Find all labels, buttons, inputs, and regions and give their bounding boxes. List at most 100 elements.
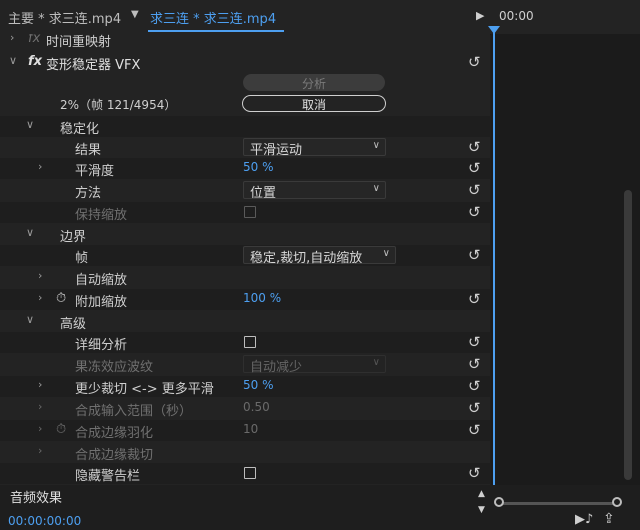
audio-play-icon[interactable]: ▶♪	[575, 512, 593, 527]
reset-icon[interactable]: ↺	[468, 377, 481, 395]
zoom-track[interactable]	[500, 502, 618, 505]
chevron-down-icon[interactable]: ∨	[9, 54, 17, 67]
framing-dropdown[interactable]: 稳定,裁切,自动缩放 ∨	[243, 246, 396, 266]
reset-icon[interactable]: ↺	[468, 159, 481, 177]
tab-bar: 主要 * 求三连.mp4 ▼ 求三连 * 求三连.mp4 ▶ 00:00	[0, 0, 640, 35]
bottom-bar: 音频效果 ▲ ▼ 00:00:00:00 ▶♪ ⇪	[0, 485, 640, 530]
chevron-right-icon[interactable]: ›	[38, 160, 42, 173]
timeline-area[interactable]	[491, 34, 640, 485]
progress-text: 2%（帧 121/4954）	[60, 98, 177, 112]
stopwatch-icon[interactable]: ⏱	[56, 422, 66, 437]
chevron-down-icon: ∨	[382, 248, 390, 259]
synth-input-range-value[interactable]: 0.50	[243, 400, 270, 414]
effect-name: 变形稳定器 VFX	[46, 58, 141, 73]
chevron-down-icon: ∨	[372, 183, 380, 194]
vertical-scrollbar[interactable]	[624, 190, 632, 480]
analyze-button-label: 分析	[301, 77, 326, 91]
param-synth-edge-feather: › ⏱ 合成边缘羽化 10 ↺	[0, 420, 490, 441]
chevron-down-icon[interactable]: ∨	[26, 226, 34, 239]
cancel-button[interactable]: 取消	[242, 95, 386, 112]
section-stabilization[interactable]: ∨ 稳定化	[0, 116, 490, 137]
section-label: 边界	[60, 230, 87, 245]
chevron-right-icon[interactable]: ›	[38, 400, 42, 413]
result-dropdown[interactable]: 平滑运动 ∨	[243, 138, 386, 158]
rolling-shutter-dropdown[interactable]: 自动减少 ∨	[243, 355, 386, 375]
reset-icon[interactable]: ↺	[468, 181, 481, 199]
cancel-button-label: 取消	[301, 98, 326, 112]
reset-icon[interactable]: ↺	[468, 290, 481, 308]
reset-icon[interactable]: ↺	[468, 399, 481, 417]
effect-row-time-remap[interactable]: › fx 时间重映射	[0, 34, 490, 50]
fx-icon[interactable]: fx	[28, 54, 42, 69]
timeline-timecode: 00:00	[499, 9, 534, 23]
param-label: 更少裁切 <-> 更多平滑	[75, 382, 214, 397]
param-method: 方法 位置 ∨ ↺	[0, 180, 490, 201]
preserve-scale-checkbox[interactable]	[244, 206, 256, 218]
synth-edge-feather-value[interactable]: 10	[243, 422, 258, 436]
playhead-marker[interactable]	[488, 26, 500, 34]
reset-icon[interactable]: ↺	[468, 421, 481, 439]
param-framing: 帧 稳定,裁切,自动缩放 ∨ ↺	[0, 245, 490, 266]
scroll-up-icon[interactable]: ▲	[478, 489, 485, 499]
reset-icon[interactable]: ↺	[468, 333, 481, 351]
param-label: 方法	[75, 186, 102, 201]
chevron-right-icon[interactable]: ›	[38, 444, 42, 457]
crop-smooth-value[interactable]: 50 %	[243, 378, 274, 392]
param-label: 附加缩放	[75, 295, 128, 310]
section-advanced[interactable]: ∨ 高级	[0, 311, 490, 332]
dropdown-value: 稳定,裁切,自动缩放	[250, 251, 363, 266]
chevron-down-icon[interactable]: ∨	[26, 313, 34, 326]
param-label: 隐藏警告栏	[75, 469, 141, 484]
chevron-right-icon[interactable]: ›	[38, 422, 42, 435]
param-rolling-shutter: 果冻效应波纹 自动减少 ∨ ↺	[0, 354, 490, 375]
section-label: 高级	[60, 317, 87, 332]
current-timecode[interactable]: 00:00:00:00	[8, 514, 81, 528]
scroll-down-icon[interactable]: ▼	[478, 505, 485, 515]
tab-main[interactable]: 主要 * 求三连.mp4	[8, 8, 121, 27]
chevron-right-icon[interactable]: ›	[38, 378, 42, 391]
playhead-line[interactable]	[493, 30, 495, 485]
active-tab-underline	[148, 30, 284, 32]
reset-icon[interactable]: ↺	[468, 138, 481, 156]
section-borders[interactable]: ∨ 边界	[0, 224, 490, 245]
param-label: 合成边缘裁切	[75, 448, 154, 463]
param-result: 结果 平滑运动 ∨ ↺	[0, 137, 490, 158]
hide-warning-checkbox[interactable]	[244, 467, 256, 479]
reset-icon[interactable]: ↺	[468, 246, 481, 264]
fx-icon: fx	[28, 34, 41, 46]
smoothness-value[interactable]: 50 %	[243, 160, 274, 174]
reset-icon[interactable]: ↺	[468, 464, 481, 482]
zoom-handle-right[interactable]	[612, 497, 622, 507]
param-label: 合成边缘羽化	[75, 426, 154, 441]
reset-icon[interactable]: ↺	[468, 355, 481, 373]
additional-scale-value[interactable]: 100 %	[243, 291, 281, 305]
effect-header[interactable]: ∨ fx 变形稳定器 VFX ↺	[0, 52, 490, 73]
export-icon[interactable]: ⇪	[603, 511, 615, 527]
param-label: 详细分析	[75, 338, 128, 353]
reset-icon[interactable]: ↺	[468, 203, 481, 221]
play-icon[interactable]: ▶	[476, 9, 484, 22]
effect-label: 时间重映射	[46, 35, 112, 50]
param-label: 帧	[75, 251, 89, 266]
param-hide-warning: 隐藏警告栏 ↺	[0, 463, 490, 484]
zoom-handle-left[interactable]	[494, 497, 504, 507]
audio-effects-header[interactable]: 音频效果	[10, 487, 62, 506]
reset-icon[interactable]: ↺	[468, 53, 481, 71]
stopwatch-icon[interactable]: ⏱	[56, 291, 66, 306]
chevron-down-icon: ∨	[372, 140, 380, 151]
chevron-down-icon[interactable]: ∨	[26, 118, 34, 131]
chevron-right-icon[interactable]: ›	[38, 291, 42, 304]
param-detailed-analysis: 详细分析 ↺	[0, 332, 490, 353]
param-auto-scale: › 自动缩放	[0, 267, 490, 288]
dropdown-value: 位置	[250, 186, 277, 201]
param-label: 自动缩放	[75, 273, 128, 288]
param-label: 平滑度	[75, 164, 115, 179]
effect-controls-panel: › fx 时间重映射 ∨ fx 变形稳定器 VFX ↺ 分析 2%（帧 121/…	[0, 34, 490, 485]
analyze-button[interactable]: 分析	[243, 74, 385, 91]
detailed-analysis-checkbox[interactable]	[244, 336, 256, 348]
chevron-down-icon[interactable]: ▼	[131, 9, 139, 20]
method-dropdown[interactable]: 位置 ∨	[243, 181, 386, 201]
chevron-right-icon[interactable]: ›	[10, 34, 14, 44]
chevron-right-icon[interactable]: ›	[38, 269, 42, 282]
tab-active-clip[interactable]: 求三连 * 求三连.mp4	[150, 8, 276, 27]
